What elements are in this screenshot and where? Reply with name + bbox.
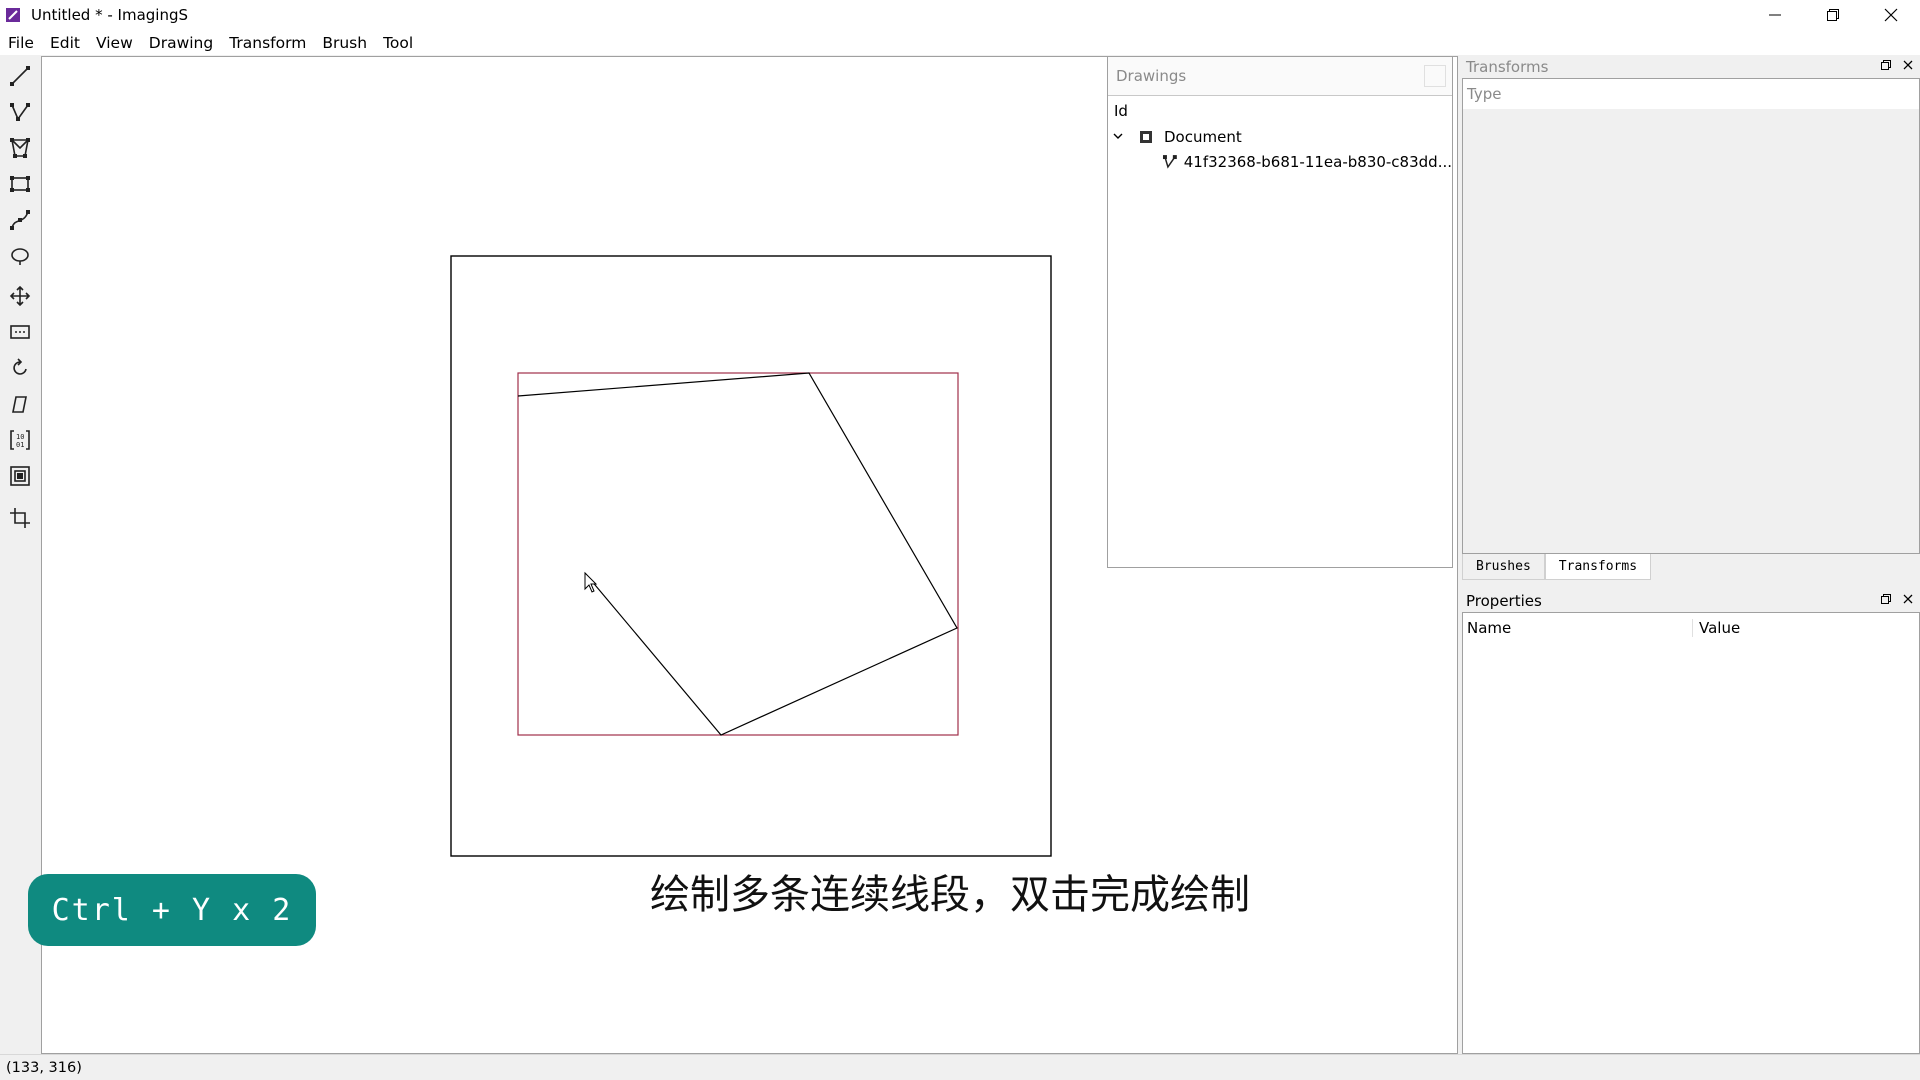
polyline-tool-icon — [10, 103, 30, 121]
properties-panel-title: Properties — [1466, 592, 1542, 610]
rotate-tool-icon — [13, 358, 27, 375]
properties-panel-header[interactable]: Properties — [1462, 590, 1920, 612]
document-frame — [450, 255, 1052, 857]
menu-tool[interactable]: Tool — [375, 34, 421, 52]
rectangle-tool-icon — [10, 176, 30, 192]
line-tool-icon — [10, 66, 30, 86]
line-tool-button[interactable] — [6, 62, 34, 90]
restore-button[interactable] — [1804, 0, 1862, 30]
instruction-caption: 绘制多条连续线段，双击完成绘制 — [650, 872, 1250, 918]
svg-text:10: 10 — [16, 433, 24, 441]
transforms-list: Type — [1462, 78, 1920, 554]
drawings-panel-title: Drawings — [1116, 67, 1187, 85]
rectangle-tool-button[interactable] — [6, 170, 34, 198]
properties-table: Name Value — [1462, 612, 1920, 1054]
right-dock: Transforms Type Brushes Transforms Prope… — [1462, 56, 1920, 1054]
scale-tool-icon: 1001 — [10, 430, 30, 450]
properties-column-value: Value — [1699, 619, 1741, 637]
select-tool-icon — [10, 325, 30, 339]
tree-label-document: Document — [1164, 127, 1242, 146]
document-icon — [1140, 130, 1152, 143]
move-tool-icon — [9, 285, 31, 307]
float-icon[interactable] — [1880, 59, 1892, 71]
dock-tabs: Brushes Transforms — [1462, 554, 1920, 580]
menu-brush[interactable]: Brush — [314, 34, 375, 52]
menu-view[interactable]: View — [88, 34, 141, 52]
float-icon[interactable] — [1880, 593, 1892, 605]
shortcut-badge: Ctrl + Y x 2 — [28, 874, 316, 946]
properties-header-row: Name Value — [1463, 613, 1919, 643]
minimize-icon — [1769, 14, 1781, 16]
properties-column-name: Name — [1463, 619, 1693, 637]
title-bar: Untitled * - ImagingS — [0, 0, 1920, 30]
polygon-tool-icon — [10, 138, 30, 158]
chevron-down-icon[interactable] — [1108, 130, 1136, 144]
app-icon — [6, 8, 20, 22]
svg-text:01: 01 — [16, 441, 24, 449]
menu-bar: File Edit View Drawing Transform Brush T… — [0, 30, 1920, 55]
tab-transforms[interactable]: Transforms — [1544, 554, 1652, 580]
select-tool-button[interactable] — [6, 318, 34, 346]
close-button[interactable] — [1862, 0, 1920, 30]
drawings-close-button[interactable] — [1424, 65, 1446, 87]
drawings-panel: Drawings Id Document 41f32368-b681-11ea-… — [1107, 56, 1453, 568]
drawings-column-id: Id — [1114, 102, 1128, 120]
curve-tool-button[interactable] — [6, 206, 34, 234]
tree-row-document[interactable]: Document — [1108, 124, 1452, 149]
restore-icon — [1827, 9, 1839, 21]
scale-tool-button[interactable]: 10 01 — [6, 426, 34, 454]
menu-file[interactable]: File — [0, 34, 42, 52]
close-icon — [1884, 8, 1898, 22]
minimize-button[interactable] — [1746, 0, 1804, 30]
polyline-icon — [1162, 154, 1177, 169]
curve-tool-icon — [10, 210, 30, 230]
menu-transform[interactable]: Transform — [221, 34, 314, 52]
window-title: Untitled * - ImagingS — [31, 6, 189, 24]
status-bar: (133, 316) — [0, 1054, 1920, 1080]
tree-row-drawing[interactable]: 41f32368-b681-11ea-b830-c83dd... — [1108, 149, 1452, 174]
polyline-tool-button[interactable] — [6, 98, 34, 126]
tree-label-drawing-id: 41f32368-b681-11ea-b830-c83dd... — [1183, 152, 1452, 171]
tab-brushes[interactable]: Brushes — [1462, 554, 1545, 580]
ellipse-tool-button[interactable] — [6, 242, 34, 270]
crop-tool-icon — [10, 508, 30, 528]
skew-tool-button[interactable] — [6, 390, 34, 418]
close-icon[interactable] — [1902, 593, 1914, 605]
crop-tool-button[interactable] — [6, 504, 34, 532]
transforms-column-type-label: Type — [1467, 85, 1502, 103]
skew-tool-icon — [12, 396, 27, 413]
drawings-tree: Id Document 41f32368-b681-11ea-b830-c83d… — [1108, 96, 1452, 174]
ellipse-tool-icon — [11, 248, 29, 265]
move-tool-button[interactable] — [6, 282, 34, 310]
menu-drawing[interactable]: Drawing — [141, 34, 221, 52]
close-icon[interactable] — [1902, 59, 1914, 71]
transforms-column-type: Type — [1463, 79, 1919, 109]
rotate-tool-button[interactable] — [6, 354, 34, 382]
menu-edit[interactable]: Edit — [42, 34, 88, 52]
drawings-panel-header[interactable]: Drawings — [1108, 57, 1452, 96]
polygon-tool-button[interactable] — [6, 134, 34, 162]
transforms-panel-header[interactable]: Transforms — [1462, 56, 1920, 78]
clip-tool-button[interactable] — [6, 462, 34, 490]
cursor-coordinates: (133, 316) — [6, 1059, 82, 1076]
transforms-panel-title: Transforms — [1466, 58, 1549, 76]
clip-tool-icon — [10, 466, 30, 486]
